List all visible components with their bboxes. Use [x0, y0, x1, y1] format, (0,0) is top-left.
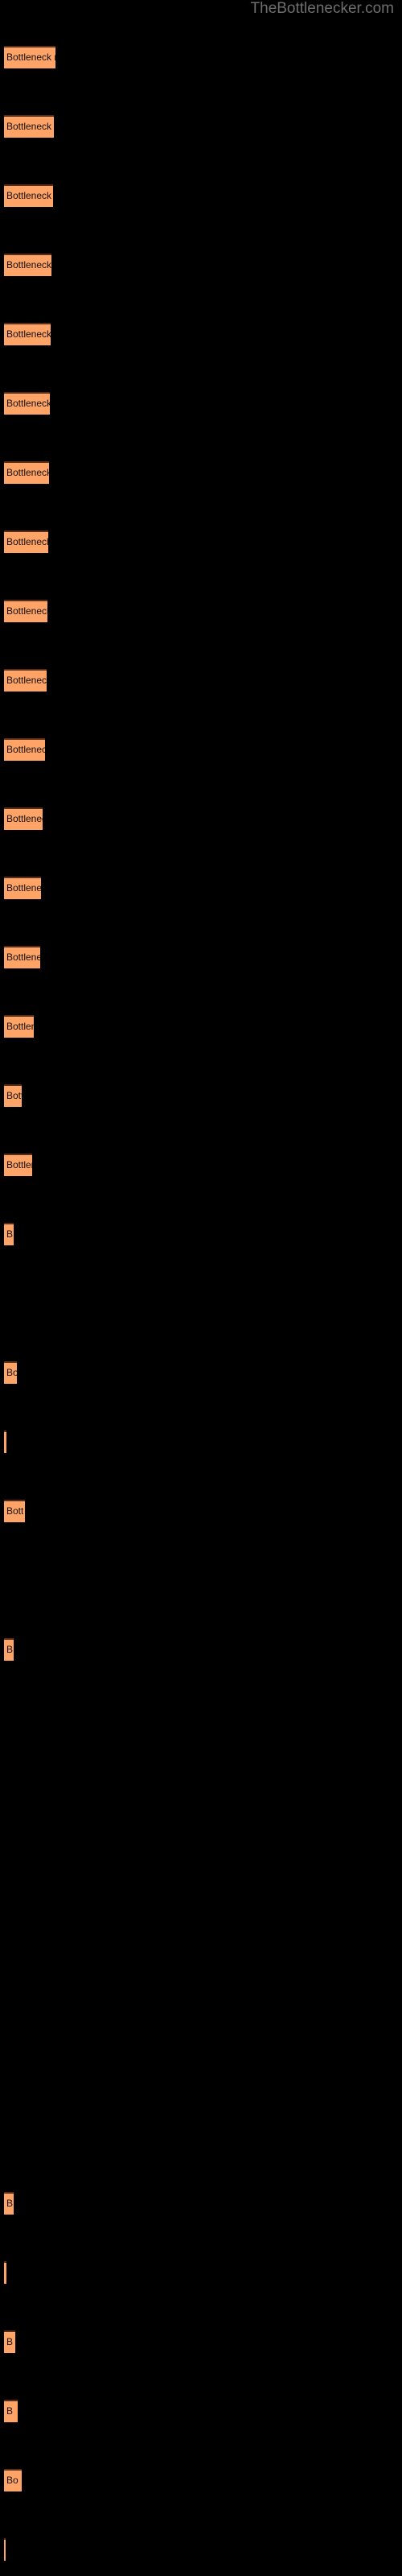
bar-clip	[4, 2261, 6, 2284]
bar-clip: Bottleneck result	[4, 46, 55, 68]
bar-clip: Bottlenec	[4, 1015, 34, 1038]
bar-rect[interactable]	[4, 1361, 17, 1384]
bar-rect[interactable]	[4, 1084, 22, 1107]
bar-rect[interactable]	[4, 323, 51, 345]
bar-rect[interactable]	[4, 530, 48, 553]
bar-clip	[4, 2538, 6, 2561]
bottleneck-bar-chart: TheBottlenecker.com Bottleneck resultBot…	[0, 0, 402, 2576]
bar-rect[interactable]	[4, 184, 53, 207]
bar-rect[interactable]	[4, 600, 47, 622]
bar-clip: Bott	[4, 1084, 22, 1107]
bar-rect[interactable]	[4, 2538, 6, 2561]
bar-clip: Bottleneck re	[4, 946, 40, 968]
bar-clip: B	[4, 2192, 14, 2215]
bar-rect[interactable]	[4, 115, 54, 138]
bar-clip: Bo	[4, 2469, 22, 2491]
bar-clip: Bottleneck result	[4, 115, 54, 138]
bar-clip: Bottleneck res	[4, 669, 47, 691]
bar-clip: Bottleneck resu	[4, 392, 50, 415]
bar-clip: B	[4, 2330, 15, 2353]
bar-clip	[4, 1430, 6, 1453]
bar-rect[interactable]	[4, 1430, 6, 1453]
bar-clip: B	[4, 1223, 14, 1245]
bar-clip: Bottleneck res	[4, 738, 45, 761]
bar-rect[interactable]	[4, 1015, 34, 1038]
bar-clip: Bottleneck resu	[4, 530, 48, 553]
bar-rect[interactable]	[4, 2192, 14, 2215]
bar-clip: Bott	[4, 1500, 25, 1522]
bar-rect[interactable]	[4, 807, 43, 830]
bar-rect[interactable]	[4, 1154, 32, 1176]
bar-rect[interactable]	[4, 2400, 18, 2422]
bar-clip: Bottleneck resu	[4, 461, 49, 484]
bar-rect[interactable]	[4, 46, 55, 68]
bar-clip: Bottleneck resul	[4, 254, 51, 276]
bar-clip: Bottlen	[4, 1154, 32, 1176]
bar-clip: Bottleneck resu	[4, 600, 47, 622]
bar-rect[interactable]	[4, 1638, 14, 1661]
bar-clip: Bottleneck resul	[4, 323, 51, 345]
bar-rect[interactable]	[4, 254, 51, 276]
bar-rect[interactable]	[4, 738, 45, 761]
bar-rect[interactable]	[4, 877, 41, 899]
bar-clip: Bo	[4, 1361, 17, 1384]
bar-rect[interactable]	[4, 392, 50, 415]
bar-rect[interactable]	[4, 2469, 22, 2491]
bar-rect[interactable]	[4, 2330, 15, 2353]
bar-rect[interactable]	[4, 461, 49, 484]
bar-rect[interactable]	[4, 2261, 6, 2284]
bar-clip: B	[4, 1638, 14, 1661]
bar-clip: Bottleneck re	[4, 877, 41, 899]
bar-rect[interactable]	[4, 1223, 14, 1245]
bar-clip: Bottleneck re	[4, 807, 43, 830]
bar-rect[interactable]	[4, 1500, 25, 1522]
bar-clip: Bottleneck result	[4, 184, 53, 207]
bar-rect[interactable]	[4, 669, 47, 691]
bar-clip: B	[4, 2400, 18, 2422]
bar-rect[interactable]	[4, 946, 40, 968]
bars-layer: Bottleneck result Bottleneck result Bottle…	[0, 0, 402, 2576]
